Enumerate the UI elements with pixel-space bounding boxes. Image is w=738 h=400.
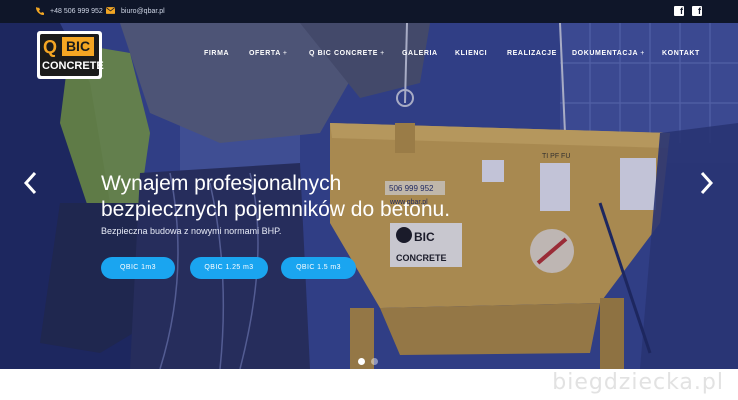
plus-icon: + <box>640 50 645 57</box>
qbic-1-5m3-button[interactable]: QBIC 1.5 m3 <box>281 257 356 279</box>
facebook-icon[interactable]: f <box>692 6 702 16</box>
nav-klienci[interactable]: KLIENCI <box>455 50 487 57</box>
watermark-text: biegdziecka.pl <box>552 370 724 395</box>
plus-icon: + <box>380 50 385 57</box>
nav-galeria[interactable]: GALERIA <box>402 50 438 57</box>
phone-contact[interactable]: +48 506 999 952 <box>36 0 103 23</box>
nav-oferta[interactable]: OFERTA + <box>249 50 288 57</box>
facebook-icon[interactable]: f <box>674 6 684 16</box>
nav-realizacje[interactable]: REALIZACJE <box>507 50 557 57</box>
email-contact[interactable]: biuro@qbar.pl <box>106 0 165 23</box>
top-contact-bar: +48 506 999 952 biuro@qbar.pl f f <box>0 0 738 23</box>
phone-number: +48 506 999 952 <box>50 8 103 15</box>
chevron-left-icon <box>23 171 37 195</box>
nav-kontakt[interactable]: KONTAKT <box>662 50 700 57</box>
phone-icon <box>36 6 44 17</box>
slider-dot-2[interactable] <box>371 358 378 365</box>
nav-firma[interactable]: FIRMA <box>204 50 229 57</box>
envelope-icon <box>106 7 115 16</box>
nav-qbic-concrete[interactable]: Q BIC CONCRETE + <box>309 50 385 57</box>
slider-pagination <box>358 358 378 365</box>
slider-dot-1[interactable] <box>358 358 365 365</box>
hero-headline-line-1: Wynajem profesjonalnych <box>101 172 342 195</box>
chevron-right-icon <box>700 171 714 195</box>
hero-headline-line-2: bezpiecznych pojemników do betonu. <box>101 198 451 221</box>
slider-next-arrow[interactable] <box>697 171 717 197</box>
nav-dokumentacja[interactable]: DOKUMENTACJA + <box>572 50 645 57</box>
hero-slider: 506 999 952 www.qbar.pl BIC CONCRETE TI … <box>0 23 738 369</box>
qbic-1m3-button[interactable]: QBIC 1m3 <box>101 257 175 279</box>
main-navigation: FIRMA OFERTA + Q BIC CONCRETE + GALERIA KL… <box>0 50 738 62</box>
email-address: biuro@qbar.pl <box>121 8 165 15</box>
social-links: f f <box>674 6 702 16</box>
slider-prev-arrow[interactable] <box>20 171 40 197</box>
hero-headline: Wynajem profesjonalnych bezpiecznych poj… <box>101 171 521 223</box>
qbic-1-25m3-button[interactable]: QBIC 1.25 m3 <box>190 257 268 279</box>
hero-subline: Bezpieczna budowa z nowymi normami BHP. <box>101 226 282 236</box>
plus-icon: + <box>282 50 288 57</box>
